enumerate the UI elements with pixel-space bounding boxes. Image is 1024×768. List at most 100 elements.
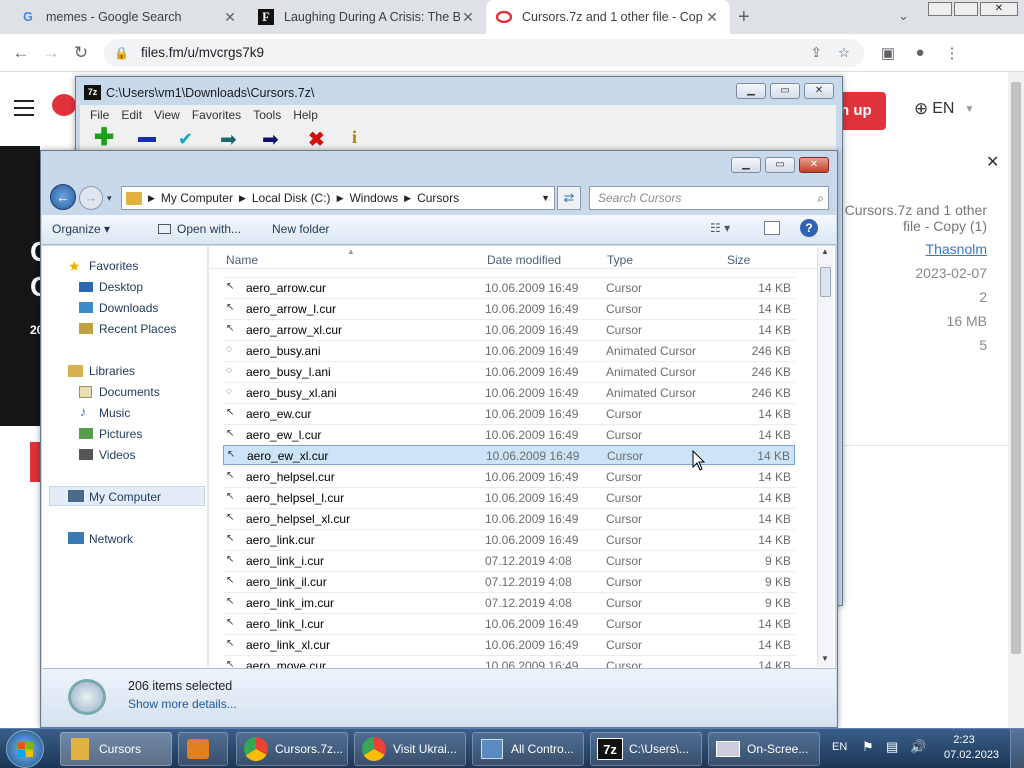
taskbar-chrome-cursors[interactable]: Cursors.7z...	[236, 732, 348, 766]
sign-up-button[interactable]: n up	[838, 92, 886, 130]
language-selector[interactable]: ⊕ EN ▼	[914, 99, 974, 119]
copy-arrow-icon[interactable]: ➡	[220, 127, 237, 152]
browser-tab-filesfm[interactable]: Cursors.7z and 1 other file - Cop ✕	[486, 0, 730, 34]
nav-recent-places[interactable]: Recent Places	[99, 322, 176, 336]
file-row[interactable]: ↖ aero_ew_l.cur 10.06.2009 16:49 Cursor 14 K…	[223, 424, 795, 444]
column-header-size[interactable]: Size	[727, 253, 750, 267]
share-icon[interactable]: ⇪	[811, 45, 822, 61]
owner-link[interactable]: Thasnolm	[926, 241, 987, 257]
breadcrumb-windows[interactable]: Windows	[349, 191, 398, 205]
restore-icon[interactable]: ▭	[770, 83, 800, 99]
refresh-icon[interactable]: ⇄	[557, 186, 581, 210]
file-row[interactable]: ↖ aero_arrow.cur 10.06.2009 16:49 Cursor 14 …	[223, 277, 795, 297]
address-breadcrumb[interactable]: ▶ My Computer ▶ Local Disk (C:) ▶ Window…	[121, 186, 555, 210]
file-row[interactable]: ↖ aero_arrow_xl.cur 10.06.2009 16:49 Cursor…	[223, 319, 795, 339]
file-row[interactable]: ↖ aero_link.cur 10.06.2009 16:49 Cursor 14 K…	[223, 529, 795, 549]
input-language[interactable]: EN	[832, 741, 847, 753]
browser-tab-google[interactable]: G memes - Google Search ✕	[10, 0, 248, 34]
nav-network[interactable]: Network	[89, 532, 133, 546]
file-row[interactable]: ↖ aero_link_im.cur 07.12.2019 4:08 Cursor 9 …	[223, 592, 795, 612]
file-row[interactable]: ↖ aero_helpsel.cur 10.06.2009 16:49 Cursor 1…	[223, 466, 795, 486]
menu-kebab-icon[interactable]: ⋮	[936, 44, 968, 62]
search-input[interactable]: Search Cursors ⌕	[589, 186, 829, 210]
preview-pane-icon[interactable]	[764, 221, 780, 235]
view-options-icon[interactable]: ☷ ▾	[710, 221, 730, 235]
delete-icon[interactable]: ✖	[308, 127, 325, 152]
close-icon[interactable]: ✕	[804, 83, 834, 99]
side-panel-icon[interactable]: ▣	[872, 44, 904, 62]
browser-tab-forbes[interactable]: F Laughing During A Crisis: The Be ✕	[248, 0, 486, 34]
back-arrow-icon[interactable]: ←	[50, 184, 76, 210]
close-window-icon[interactable]: ✕	[980, 2, 1018, 16]
nav-downloads[interactable]: Downloads	[99, 301, 158, 315]
close-icon[interactable]: ✕	[222, 9, 238, 26]
nav-music[interactable]: Music	[99, 406, 130, 420]
close-icon[interactable]: ✕	[986, 152, 999, 172]
organize-button[interactable]: Organize ▾	[52, 222, 110, 236]
file-row[interactable]: ↖ aero_helpsel_l.cur 10.06.2009 16:49 Curso…	[223, 487, 795, 507]
menu-file[interactable]: File	[90, 108, 109, 122]
close-icon[interactable]: ✕	[799, 157, 829, 173]
nav-videos[interactable]: Videos	[99, 448, 135, 462]
close-icon[interactable]: ✕	[460, 9, 476, 26]
breadcrumb-local-disk[interactable]: Local Disk (C:)	[252, 191, 331, 205]
scrollbar-thumb[interactable]	[820, 267, 831, 297]
new-tab-plus-icon[interactable]: +	[738, 6, 750, 29]
bookmark-star-icon[interactable]: ☆	[838, 45, 850, 61]
nav-libraries[interactable]: Libraries	[89, 364, 135, 378]
show-more-details-link[interactable]: Show more details...	[128, 697, 237, 711]
minimize-icon[interactable]: ▁	[731, 157, 761, 173]
menu-favorites[interactable]: Favorites	[192, 108, 241, 122]
taskbar-media-player[interactable]	[178, 732, 228, 766]
taskbar-chrome-visit-ukraine[interactable]: Visit Ukrai...	[354, 732, 466, 766]
menu-edit[interactable]: Edit	[121, 108, 142, 122]
menu-help[interactable]: Help	[293, 108, 318, 122]
minimize-icon[interactable]	[928, 2, 952, 16]
address-bar[interactable]: 🔒 files.fm/u/mvcrgs7k9 ⇪ ☆	[104, 38, 864, 67]
tab-search-chevron-icon[interactable]: ⌄	[898, 8, 909, 24]
back-arrow-icon[interactable]: ←	[6, 43, 36, 63]
file-row[interactable]: ↖ aero_ew_xl.cur 10.06.2009 16:49 Cursor 14 …	[223, 445, 795, 465]
taskbar-explorer-cursors[interactable]: Cursors	[60, 732, 172, 766]
file-row[interactable]: ↖ aero_link_il.cur 07.12.2019 4:08 Cursor 9 …	[223, 571, 795, 591]
download-button[interactable]	[30, 442, 40, 482]
file-row[interactable]: ↖ aero_move.cur 10.06.2009 16:49 Cursor 14 K…	[223, 655, 795, 668]
recent-pages-chevron-icon[interactable]: ▾	[107, 186, 121, 210]
forward-arrow-icon[interactable]: →	[36, 43, 66, 63]
info-icon[interactable]: i	[352, 127, 357, 148]
file-list-scrollbar[interactable]: ▲ ▼	[817, 247, 833, 667]
network-tray-icon[interactable]: ▤	[886, 739, 898, 755]
menu-view[interactable]: View	[154, 108, 180, 122]
close-icon[interactable]: ✕	[704, 9, 720, 26]
nav-pictures[interactable]: Pictures	[99, 427, 142, 441]
file-row[interactable]: ↖ aero_ew.cur 10.06.2009 16:49 Cursor 14 KB	[223, 403, 795, 423]
action-center-flag-icon[interactable]: ⚑	[862, 739, 874, 755]
file-row[interactable]: ↖ aero_link_l.cur 10.06.2009 16:49 Cursor 14…	[223, 613, 795, 633]
file-row[interactable]: ↖ aero_link_i.cur 07.12.2019 4:08 Cursor 9 K…	[223, 550, 795, 570]
column-header-type[interactable]: Type	[607, 253, 633, 267]
column-header-name[interactable]: Name	[226, 253, 258, 267]
nav-desktop[interactable]: Desktop	[99, 280, 143, 294]
maximize-icon[interactable]: ▭	[765, 157, 795, 173]
scrollbar-thumb[interactable]	[1011, 82, 1021, 654]
tray-clock[interactable]: 2:23 07.02.2023	[944, 734, 999, 761]
breadcrumb-my-computer[interactable]: My Computer	[161, 191, 233, 205]
help-icon[interactable]: ?	[800, 219, 818, 237]
volume-icon[interactable]: 🔊	[910, 739, 926, 755]
move-arrow-icon[interactable]: ➡	[262, 127, 279, 152]
taskbar-on-screen-keyboard[interactable]: On-Scree...	[708, 732, 820, 766]
add-icon[interactable]: ✚	[94, 126, 114, 150]
test-check-icon[interactable]: ✔	[178, 129, 193, 150]
file-row[interactable]: ↖ aero_arrow_l.cur 10.06.2009 16:49 Cursor 1…	[223, 298, 795, 318]
chevron-down-icon[interactable]: ▼	[541, 193, 550, 203]
page-scrollbar[interactable]	[1008, 72, 1024, 728]
extract-icon[interactable]	[138, 137, 156, 142]
file-row[interactable]: ↖ aero_helpsel_xl.cur 10.06.2009 16:49 Curs…	[223, 508, 795, 528]
file-row[interactable]: ↖ aero_link_xl.cur 10.06.2009 16:49 Cursor 1…	[223, 634, 795, 654]
menu-tools[interactable]: Tools	[253, 108, 281, 122]
hamburger-menu-icon[interactable]	[14, 100, 34, 116]
show-desktop-button[interactable]	[1010, 729, 1024, 768]
scroll-up-arrow-icon[interactable]: ▲	[821, 247, 829, 256]
nav-favorites[interactable]: Favorites	[89, 259, 138, 273]
new-folder-button[interactable]: New folder	[272, 222, 329, 236]
